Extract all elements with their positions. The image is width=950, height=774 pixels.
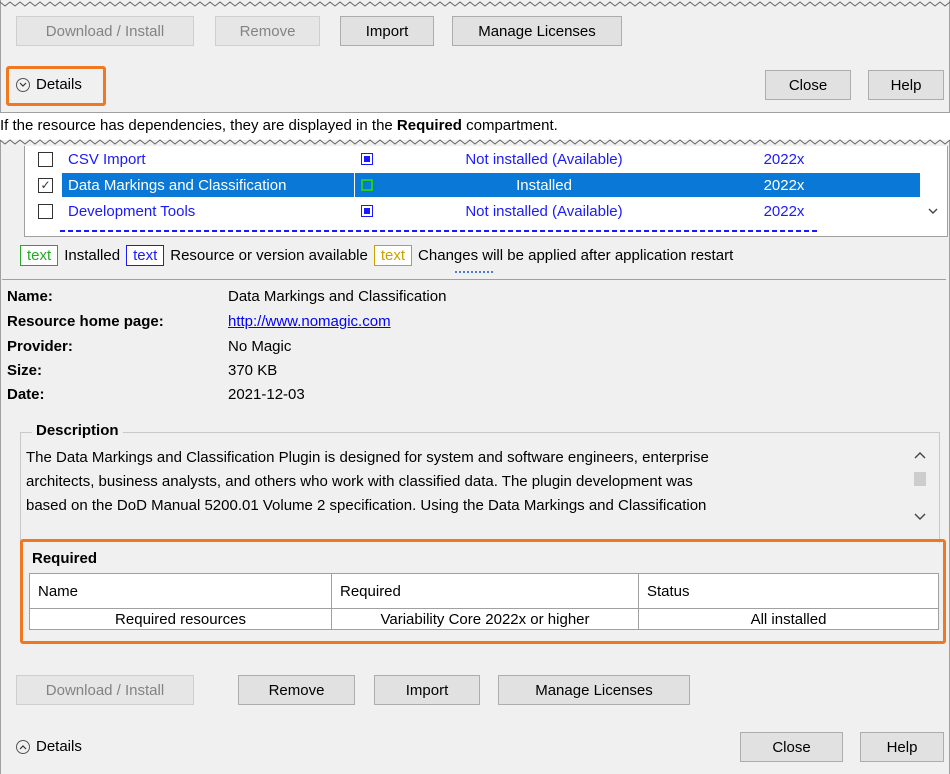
legend-bar: text Installed text Resource or version …: [20, 242, 733, 268]
details-label: Details: [36, 76, 82, 93]
help-button[interactable]: Help: [860, 732, 944, 762]
manage-licenses-button[interactable]: Manage Licenses: [452, 16, 622, 46]
resource-name: Development Tools: [68, 202, 196, 220]
name-value: Data Markings and Classification: [228, 288, 447, 305]
resource-checkbox-checked[interactable]: ✓: [38, 177, 53, 193]
resource-version: 2022x: [763, 150, 805, 168]
size-value: 370 KB: [228, 362, 278, 379]
torn-edge-middle: [0, 139, 950, 145]
required-highlight: [20, 539, 946, 644]
details-toggle[interactable]: Details: [16, 76, 82, 93]
torn-edge-top: [0, 1, 950, 7]
close-button[interactable]: Close: [740, 732, 843, 762]
provider-label: Provider:: [7, 338, 73, 355]
chevron-up-circle-icon: [16, 739, 30, 754]
caption: If the resource has dependencies, they a…: [0, 117, 558, 134]
legend-restart: Changes will be applied after applicatio…: [418, 246, 734, 264]
partial-row-cutoff: [60, 224, 820, 234]
resource-status: Installed: [516, 176, 572, 194]
installed-status-icon: [361, 179, 373, 191]
size-label: Size:: [7, 362, 43, 379]
download-install-button[interactable]: Download / Install: [16, 16, 194, 46]
caption-bold: Required: [396, 117, 462, 134]
manage-licenses-button[interactable]: Manage Licenses: [498, 675, 690, 705]
resource-name: Data Markings and Classification: [68, 176, 287, 194]
resource-version: 2022x: [763, 176, 805, 194]
caption-suffix: compartment.: [461, 117, 558, 134]
resource-checkbox[interactable]: [38, 151, 53, 167]
resource-status: Not installed (Available): [465, 202, 623, 220]
date-label: Date:: [7, 386, 45, 403]
splitter-handle[interactable]: [455, 271, 495, 273]
installed-sample: text: [20, 244, 59, 266]
resource-row[interactable]: Development Tools Not installed (Availab…: [24, 198, 922, 224]
help-button[interactable]: Help: [868, 70, 944, 100]
description-line: based on the DoD Manual 5200.01 Volume 2…: [26, 497, 707, 514]
remove-button[interactable]: Remove: [215, 16, 320, 46]
resource-checkbox[interactable]: [38, 203, 53, 219]
description-line: architects, business analysts, and other…: [26, 473, 693, 490]
import-button[interactable]: Import: [374, 675, 480, 705]
resource-name: CSV Import: [68, 150, 146, 168]
caption-prefix: If the resource has dependencies, they a…: [0, 117, 397, 134]
available-status-icon: [361, 205, 373, 217]
home-page-label: Resource home page:: [7, 313, 164, 330]
description-title: Description: [32, 422, 123, 439]
provider-value: No Magic: [228, 338, 292, 355]
resource-row[interactable]: CSV Import Not installed (Available) 202…: [24, 146, 922, 172]
close-button[interactable]: Close: [765, 70, 851, 100]
home-page-link[interactable]: http://www.nomagic.com: [228, 313, 391, 330]
resource-row-selected[interactable]: ✓ Data Markings and Classification Insta…: [24, 172, 922, 198]
details-label: Details: [36, 738, 82, 755]
details-toggle[interactable]: Details: [16, 738, 82, 755]
date-value: 2021-12-03: [228, 386, 305, 403]
description-text: The Data Markings and Classification Plu…: [26, 446, 906, 526]
scroll-down-icon[interactable]: [926, 204, 940, 218]
download-install-button[interactable]: Download / Install: [16, 675, 194, 705]
resource-status: Not installed (Available): [465, 150, 623, 168]
description-line: The Data Markings and Classification Plu…: [26, 449, 709, 466]
legend-installed: Installed: [64, 246, 121, 264]
name-label: Name:: [7, 288, 53, 305]
chevron-down-circle-icon: [16, 77, 30, 92]
available-status-icon: [361, 153, 373, 165]
available-sample: text: [126, 244, 165, 266]
column-divider: [354, 173, 355, 197]
import-button[interactable]: Import: [340, 16, 434, 46]
resource-version: 2022x: [763, 202, 805, 220]
remove-button[interactable]: Remove: [238, 675, 355, 705]
legend-available: Resource or version available: [170, 246, 368, 264]
restart-sample: text: [373, 244, 413, 266]
description-scrollbar[interactable]: [910, 446, 930, 526]
